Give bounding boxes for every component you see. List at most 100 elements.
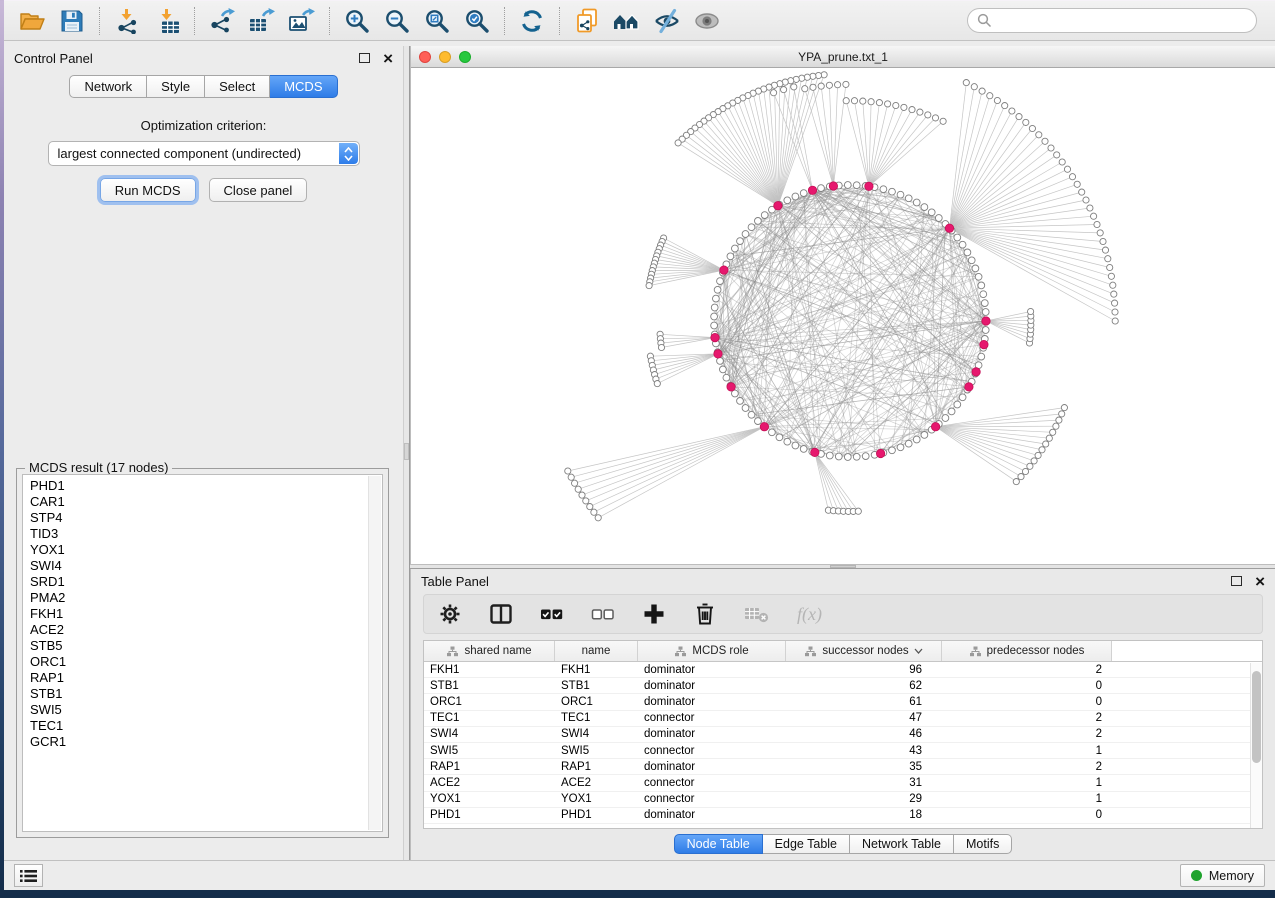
search-icon xyxy=(977,13,992,28)
hide-selected-button[interactable] xyxy=(647,5,687,37)
column-header-name[interactable]: name xyxy=(555,641,638,661)
optimization-select[interactable]: largest connected component (undirected) xyxy=(48,141,360,166)
table-row[interactable]: FKH1FKH1dominator962 xyxy=(424,662,1262,678)
mcds-result-item[interactable]: FKH1 xyxy=(30,606,382,622)
zoom-out-icon xyxy=(384,8,410,34)
select-all-columns-button[interactable] xyxy=(540,602,564,626)
save-session-button[interactable] xyxy=(52,5,92,37)
function-builder-button: f(x) xyxy=(797,604,822,625)
close-panel-icon[interactable]: × xyxy=(1255,573,1265,590)
table-settings-button[interactable] xyxy=(438,601,462,627)
refresh-button[interactable] xyxy=(512,5,552,37)
import-network-button[interactable] xyxy=(107,5,147,37)
export-network-button[interactable] xyxy=(202,5,242,37)
memory-button[interactable]: Memory xyxy=(1180,864,1265,887)
mcds-result-item[interactable]: TID3 xyxy=(30,526,382,542)
close-panel-icon[interactable]: × xyxy=(383,50,393,67)
float-panel-icon[interactable] xyxy=(359,53,370,63)
list-scrollbar[interactable] xyxy=(368,476,381,830)
table-row[interactable]: YOX1YOX1connector291 xyxy=(424,792,1262,808)
tab-select[interactable]: Select xyxy=(205,75,270,98)
open-file-button[interactable] xyxy=(12,5,52,37)
mcds-result-item[interactable]: TEC1 xyxy=(30,718,382,734)
create-column-button[interactable] xyxy=(642,602,666,626)
table-cell: TEC1 xyxy=(555,711,638,726)
mcds-result-item[interactable]: SWI5 xyxy=(30,702,382,718)
mcds-result-list[interactable]: PHD1CAR1STP4TID3YOX1SWI4SRD1PMA2FKH1ACE2… xyxy=(22,474,383,832)
vertical-splitter[interactable] xyxy=(403,46,410,860)
mcds-result-item[interactable]: CAR1 xyxy=(30,494,382,510)
mcds-result-item[interactable]: GCR1 xyxy=(30,734,382,750)
zoom-in-button[interactable] xyxy=(337,5,377,37)
network-canvas[interactable] xyxy=(411,68,1275,564)
tab-motifs[interactable]: Motifs xyxy=(954,834,1012,854)
tab-node-table[interactable]: Node Table xyxy=(674,834,763,854)
tab-edge-table[interactable]: Edge Table xyxy=(763,834,850,854)
mcds-result-item[interactable]: RAP1 xyxy=(30,670,382,686)
delete-column-button[interactable] xyxy=(693,601,717,627)
show-column-panel-button[interactable] xyxy=(489,602,513,626)
zoom-selected-button[interactable] xyxy=(457,5,497,37)
column-header-MCDS-role[interactable]: MCDS role xyxy=(638,641,786,661)
splitter-grip[interactable] xyxy=(404,443,409,460)
table-scrollbar[interactable] xyxy=(1250,663,1262,828)
mcds-result-item[interactable]: STB1 xyxy=(30,686,382,702)
mcds-result-item[interactable]: PHD1 xyxy=(30,478,382,494)
column-header-shared-name[interactable]: shared name xyxy=(424,641,555,661)
save-icon xyxy=(60,9,84,33)
table-row[interactable]: PHD1PHD1dominator180 xyxy=(424,808,1262,824)
table-row[interactable]: RAP1RAP1dominator352 xyxy=(424,759,1262,775)
network-title: YPA_prune.txt_1 xyxy=(411,50,1275,64)
column-header-successor-nodes[interactable]: successor nodes xyxy=(786,641,942,661)
scrollbar-thumb[interactable] xyxy=(1252,671,1261,763)
search-input[interactable] xyxy=(997,13,1247,28)
table-cell: ACE2 xyxy=(424,775,555,790)
network-graph[interactable] xyxy=(411,68,1275,564)
table-row[interactable]: SWI4SWI4dominator462 xyxy=(424,727,1262,743)
mcds-result-item[interactable]: STB5 xyxy=(30,638,382,654)
tree-icon xyxy=(674,646,687,657)
close-panel-button[interactable]: Close panel xyxy=(209,178,308,202)
zoom-out-button[interactable] xyxy=(377,5,417,37)
import-table-button[interactable] xyxy=(147,5,187,37)
table-row[interactable]: TEC1TEC1connector472 xyxy=(424,711,1262,727)
tab-mcds[interactable]: MCDS xyxy=(270,75,337,98)
tab-style[interactable]: Style xyxy=(147,75,205,98)
search-box[interactable] xyxy=(967,8,1257,33)
export-image-button[interactable] xyxy=(282,5,322,37)
mcds-result-item[interactable]: ORC1 xyxy=(30,654,382,670)
deselect-all-columns-button[interactable] xyxy=(591,602,615,626)
control-panel-tabbar: NetworkStyleSelectMCDS xyxy=(4,70,403,104)
table-row[interactable]: STB1STB1dominator620 xyxy=(424,678,1262,694)
show-all-button[interactable] xyxy=(687,5,727,37)
export-table-button[interactable] xyxy=(242,5,282,37)
table-row[interactable]: SWI5SWI5connector431 xyxy=(424,743,1262,759)
run-mcds-button[interactable]: Run MCDS xyxy=(100,178,196,202)
mcds-result-item[interactable]: SRD1 xyxy=(30,574,382,590)
tab-network[interactable]: Network xyxy=(69,75,147,98)
splitter-grip[interactable] xyxy=(830,565,856,568)
table-cell: SWI5 xyxy=(424,743,555,758)
table-cell: 29 xyxy=(786,792,942,807)
column-header-predecessor-nodes[interactable]: predecessor nodes xyxy=(942,641,1112,661)
network-titlebar[interactable]: YPA_prune.txt_1 xyxy=(411,46,1275,68)
zoom-fit-button[interactable] xyxy=(417,5,457,37)
copy-network-button[interactable] xyxy=(567,5,607,37)
mcds-result-item[interactable]: SWI4 xyxy=(30,558,382,574)
horizontal-splitter[interactable] xyxy=(410,564,1275,569)
table-cell: 1 xyxy=(942,792,1112,807)
table-cell: connector xyxy=(638,775,786,790)
mcds-result-item[interactable]: ACE2 xyxy=(30,622,382,638)
table-cell: 18 xyxy=(786,808,942,823)
checkboxes-on-icon xyxy=(540,602,564,626)
table-row[interactable]: ORC1ORC1dominator610 xyxy=(424,694,1262,710)
first-neighbors-button[interactable] xyxy=(607,5,647,37)
mcds-result-item[interactable]: YOX1 xyxy=(30,542,382,558)
table-row[interactable]: ACE2ACE2connector311 xyxy=(424,775,1262,791)
tab-network-table[interactable]: Network Table xyxy=(850,834,954,854)
show-log-button[interactable] xyxy=(14,864,43,887)
float-panel-icon[interactable] xyxy=(1231,576,1242,586)
mcds-result-item[interactable]: PMA2 xyxy=(30,590,382,606)
mcds-result-item[interactable]: STP4 xyxy=(30,510,382,526)
table-cell: ORC1 xyxy=(555,694,638,709)
